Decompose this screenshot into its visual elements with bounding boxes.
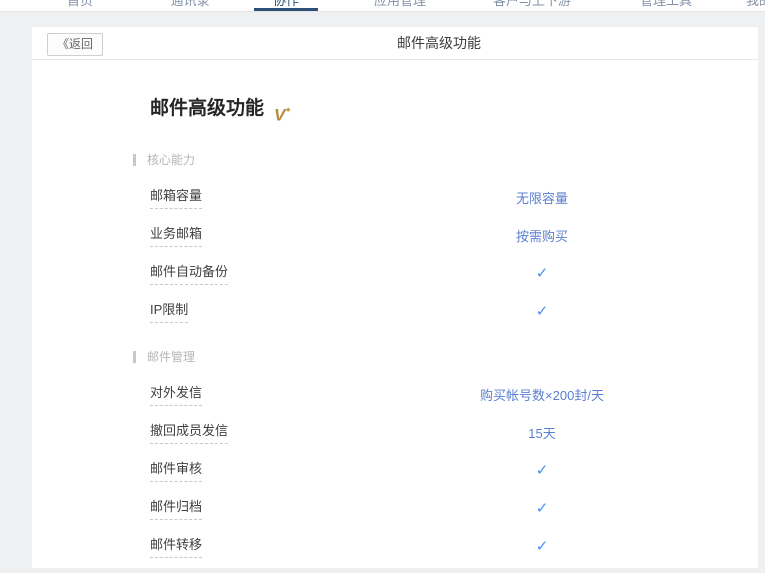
feature-label-text[interactable]: 邮件归档 xyxy=(150,496,202,520)
feature-label: 邮件归档 xyxy=(150,496,472,520)
nav-tab-clip: 应用管理 xyxy=(374,0,426,8)
nav-tab-label: 通讯录 xyxy=(170,0,209,8)
check-icon: ✓ xyxy=(472,537,612,555)
nav-tab[interactable]: 应用管理 xyxy=(374,0,426,8)
feature-label-text[interactable]: 邮件转移 xyxy=(150,534,202,558)
section-rows: 邮箱容量 无限容量业务邮箱 按需购买邮件自动备份 ✓ IP限制 ✓ xyxy=(150,178,758,330)
nav-tab-clip: 首页 xyxy=(67,0,93,8)
feature-value[interactable]: 无限容量 xyxy=(472,188,612,207)
feature-label: 邮件转移 xyxy=(150,534,472,558)
nav-tab-clip: 协作 xyxy=(273,0,299,8)
page-title: 邮件高级功能 xyxy=(32,27,758,60)
feature-value: 15天 xyxy=(472,423,612,442)
check-icon: ✓ xyxy=(472,264,612,282)
feature-row: 邮件归档 ✓ xyxy=(150,489,758,527)
feature-label-text[interactable]: 邮箱容量 xyxy=(150,185,202,209)
check-icon: ✓ xyxy=(472,302,612,320)
feature-label: 对外发信 xyxy=(150,382,472,406)
nav-tab-clip: 我的企业 xyxy=(746,0,765,8)
top-nav-bar: 首页 通讯录 协作 应用管理 客户与上下游 管理工具 我的企业 xyxy=(0,0,765,12)
nav-tab-label: 我的企业 xyxy=(746,0,765,8)
nav-tab-clip: 客户与上下游 xyxy=(493,0,571,8)
feature-row: IP限制 ✓ xyxy=(150,292,758,330)
vip-badge-icon: V✦ xyxy=(274,98,292,127)
section-bar xyxy=(133,154,136,166)
feature-value[interactable]: 按需购买 xyxy=(472,226,612,245)
feature-sections: 核心能力邮箱容量 无限容量业务邮箱 按需购买邮件自动备份 ✓ IP限制 ✓ 邮件管理对外发信… xyxy=(150,152,758,565)
feature-label-text[interactable]: 邮件审核 xyxy=(150,458,202,482)
nav-tab-clip: 通讯录 xyxy=(170,0,209,8)
check-icon: ✓ xyxy=(472,499,612,517)
check-icon: ✓ xyxy=(472,461,612,479)
feature-label: 邮箱容量 xyxy=(150,185,472,209)
feature-row: 业务邮箱 按需购买 xyxy=(150,216,758,254)
feature-label-text[interactable]: 对外发信 xyxy=(150,382,202,406)
feature-label-text[interactable]: IP限制 xyxy=(150,299,188,323)
feature-value: 购买帐号数×200封/天 xyxy=(472,385,612,404)
nav-tab-label: 首页 xyxy=(67,0,93,8)
nav-tab-label: 客户与上下游 xyxy=(493,0,571,8)
mail-advanced-card: 《返回 邮件高级功能 邮件高级功能 V✦ 核心能力邮箱容量 无限容量业务邮箱 按需购… xyxy=(32,27,758,568)
card-header: 《返回 邮件高级功能 xyxy=(32,27,758,60)
section-title-label: 核心能力 xyxy=(147,151,195,168)
nav-tab-label: 管理工具 xyxy=(640,0,692,8)
feature-label: IP限制 xyxy=(150,299,472,323)
feature-row: 邮件转移 ✓ xyxy=(150,527,758,565)
sparkle-icon: ✦ xyxy=(284,105,292,115)
feature-label-text[interactable]: 邮件自动备份 xyxy=(150,261,228,285)
section-bar xyxy=(133,351,136,363)
feature-row: 撤回成员发信 15天 xyxy=(150,413,758,451)
back-button[interactable]: 《返回 xyxy=(47,33,103,56)
nav-tab-label: 协作 xyxy=(273,0,299,8)
feature-label: 邮件审核 xyxy=(150,458,472,482)
card-content: 邮件高级功能 V✦ 核心能力邮箱容量无限容量业务邮箱按需购买邮件自动备份✓IP限… xyxy=(32,97,758,565)
nav-tab-label: 应用管理 xyxy=(374,0,426,8)
heading-text: 邮件高级功能 xyxy=(150,97,264,121)
feature-row: 邮件自动备份 ✓ xyxy=(150,254,758,292)
feature-row: 邮件审核 ✓ xyxy=(150,451,758,489)
nav-tab-clip: 管理工具 xyxy=(640,0,692,8)
feature-label: 邮件自动备份 xyxy=(150,261,472,285)
feature-label-text[interactable]: 业务邮箱 xyxy=(150,223,202,247)
section-heading: 邮件高级功能 V✦ xyxy=(150,97,758,126)
nav-tab[interactable]: 客户与上下游 xyxy=(493,0,571,8)
feature-label: 撤回成员发信 xyxy=(150,420,472,444)
section-title: 邮件管理 xyxy=(133,349,758,364)
feature-label-text[interactable]: 撤回成员发信 xyxy=(150,420,228,444)
feature-row: 对外发信 购买帐号数×200封/天 xyxy=(150,375,758,413)
section-rows: 对外发信 购买帐号数×200封/天撤回成员发信 15天邮件审核 ✓ 邮件归档 ✓ 邮件转移 ✓ xyxy=(150,375,758,565)
nav-tab[interactable]: 管理工具 xyxy=(640,0,692,8)
feature-row: 邮箱容量 无限容量 xyxy=(150,178,758,216)
section-title-label: 邮件管理 xyxy=(147,348,195,365)
nav-tab[interactable]: 我的企业 xyxy=(746,0,765,8)
section-title: 核心能力 xyxy=(133,152,758,167)
nav-tab[interactable]: 协作 xyxy=(273,0,299,8)
nav-tab[interactable]: 首页 xyxy=(67,0,93,8)
feature-label: 业务邮箱 xyxy=(150,223,472,247)
nav-tab[interactable]: 通讯录 xyxy=(170,0,209,8)
